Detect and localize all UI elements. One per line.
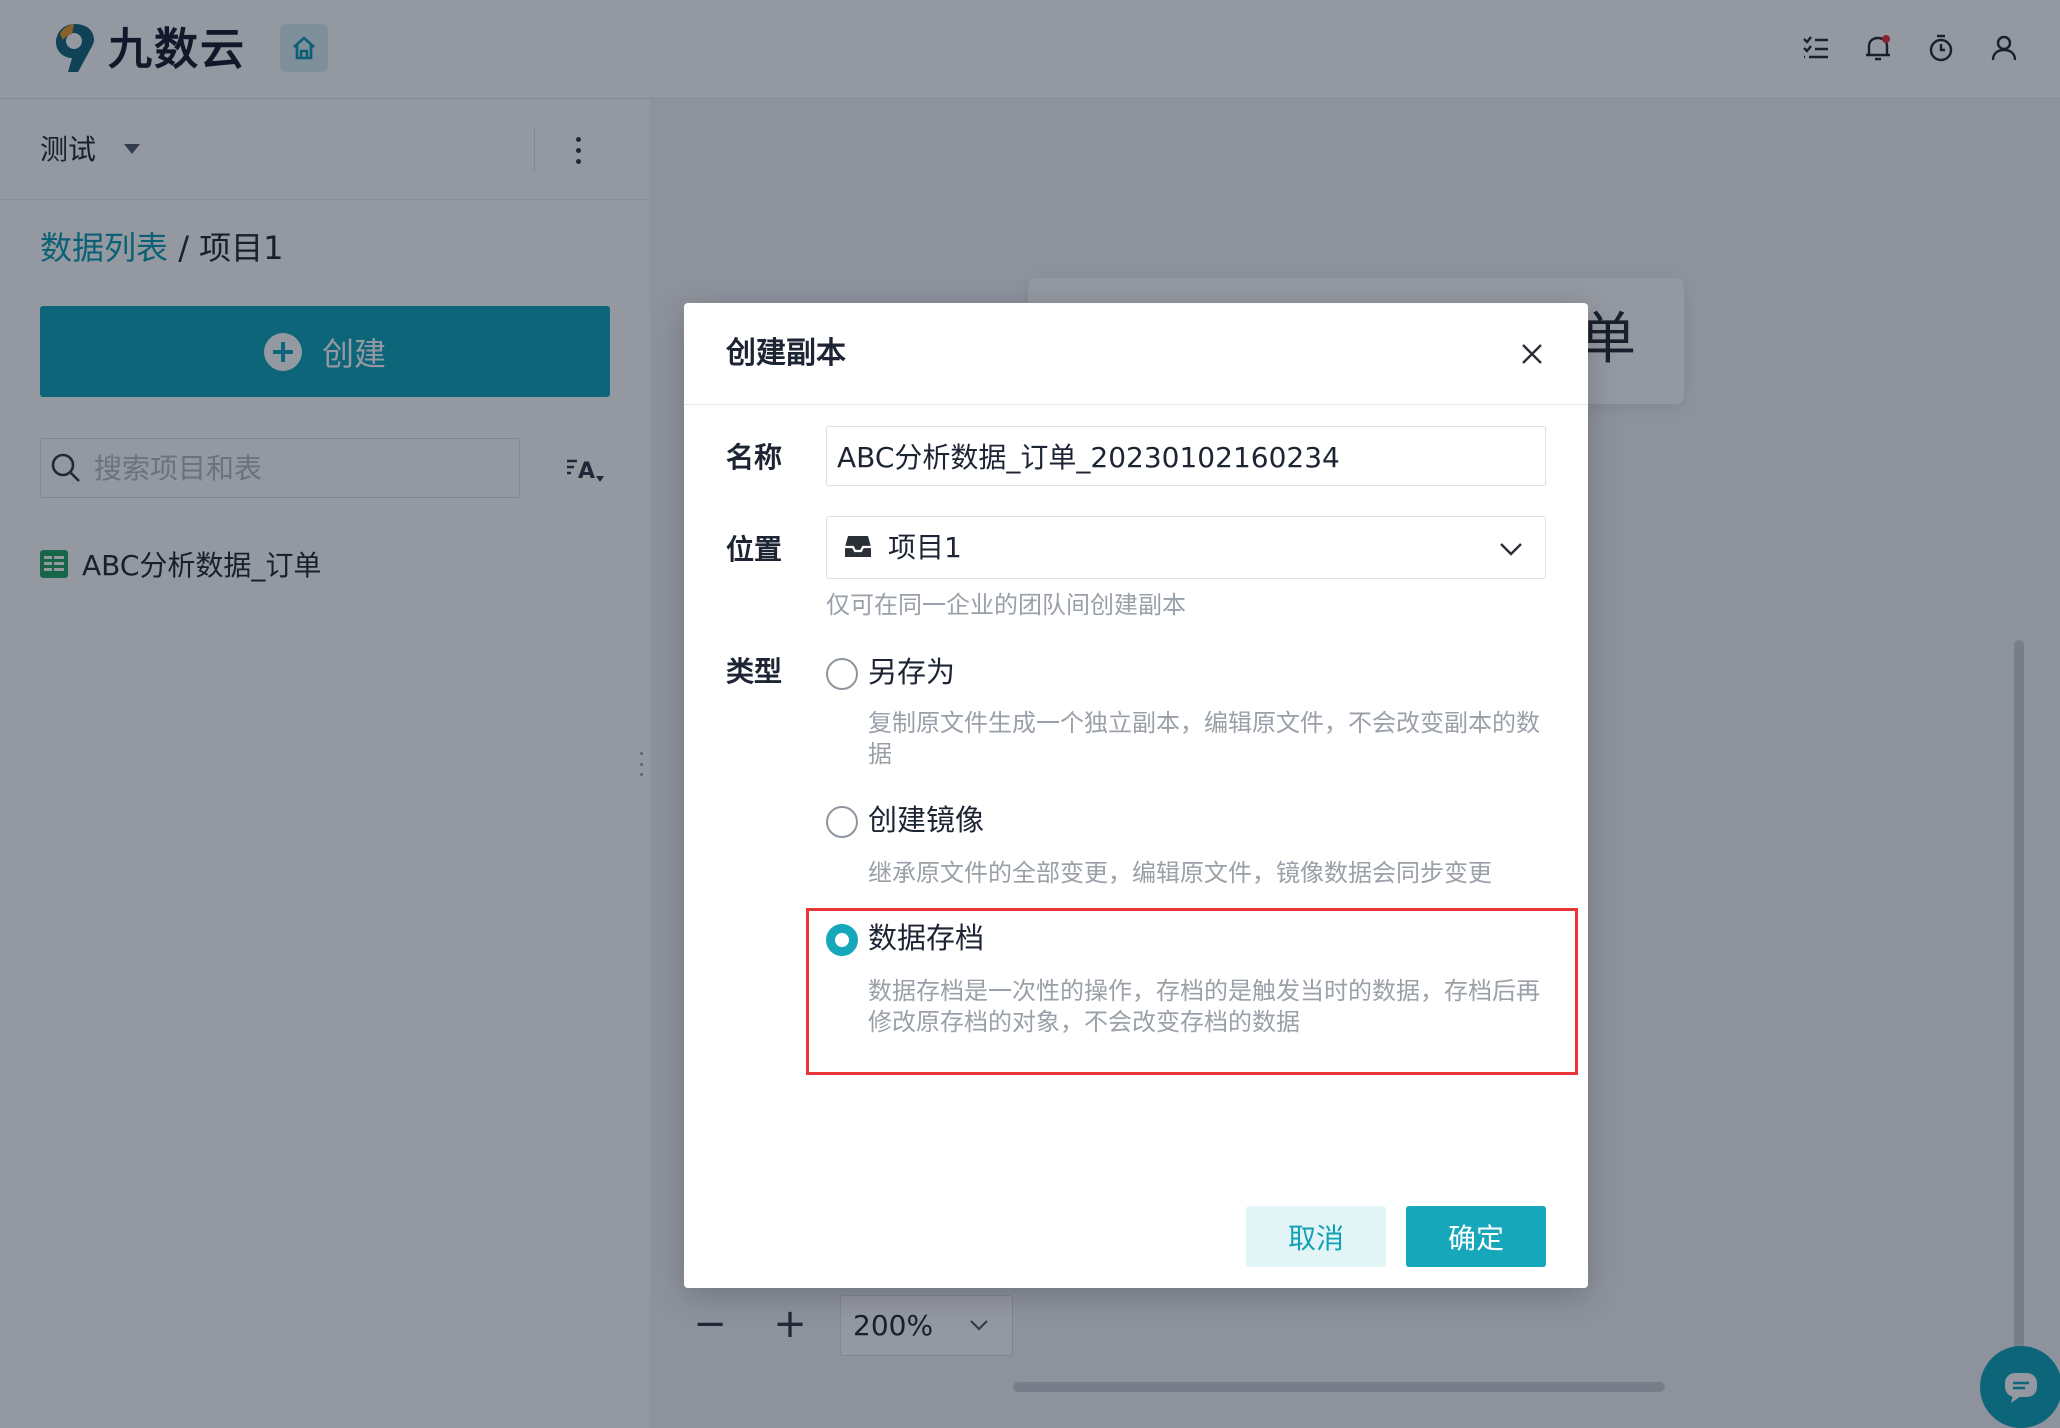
chevron-down-icon xyxy=(1500,543,1522,556)
radio-save-as[interactable] xyxy=(826,658,858,690)
location-hint: 仅可在同一企业的团队间创建副本 xyxy=(826,591,1186,619)
close-button[interactable] xyxy=(1512,334,1552,374)
radio-label-save-as[interactable]: 另存为 xyxy=(868,650,955,694)
data-archive-description: 数据存档是一次性的操作，存档的是触发当时的数据，存档后再修改原存档的对象，不会改… xyxy=(868,977,1540,1036)
radio-data-archive[interactable] xyxy=(826,924,858,956)
cancel-button[interactable]: 取消 xyxy=(1246,1206,1386,1267)
inbox-icon xyxy=(845,536,871,557)
radio-label-data-archive[interactable]: 数据存档 xyxy=(868,916,984,960)
close-icon xyxy=(1522,344,1542,364)
name-label: 名称 xyxy=(726,441,783,474)
save-as-description: 复制原文件生成一个独立副本，编辑原文件，不会改变副本的数据 xyxy=(868,709,1540,768)
confirm-button[interactable]: 确定 xyxy=(1406,1206,1546,1267)
type-label: 类型 xyxy=(726,655,783,688)
location-value: 项目1 xyxy=(888,531,962,564)
name-input[interactable] xyxy=(826,426,1546,486)
dialog-divider xyxy=(684,404,1588,405)
create-mirror-description: 继承原文件的全部变更，编辑原文件，镜像数据会同步变更 xyxy=(868,859,1492,887)
radio-create-mirror[interactable] xyxy=(826,806,858,838)
dialog-title: 创建副本 xyxy=(726,336,846,371)
location-label: 位置 xyxy=(726,533,783,566)
radio-label-create-mirror[interactable]: 创建镜像 xyxy=(868,798,984,842)
